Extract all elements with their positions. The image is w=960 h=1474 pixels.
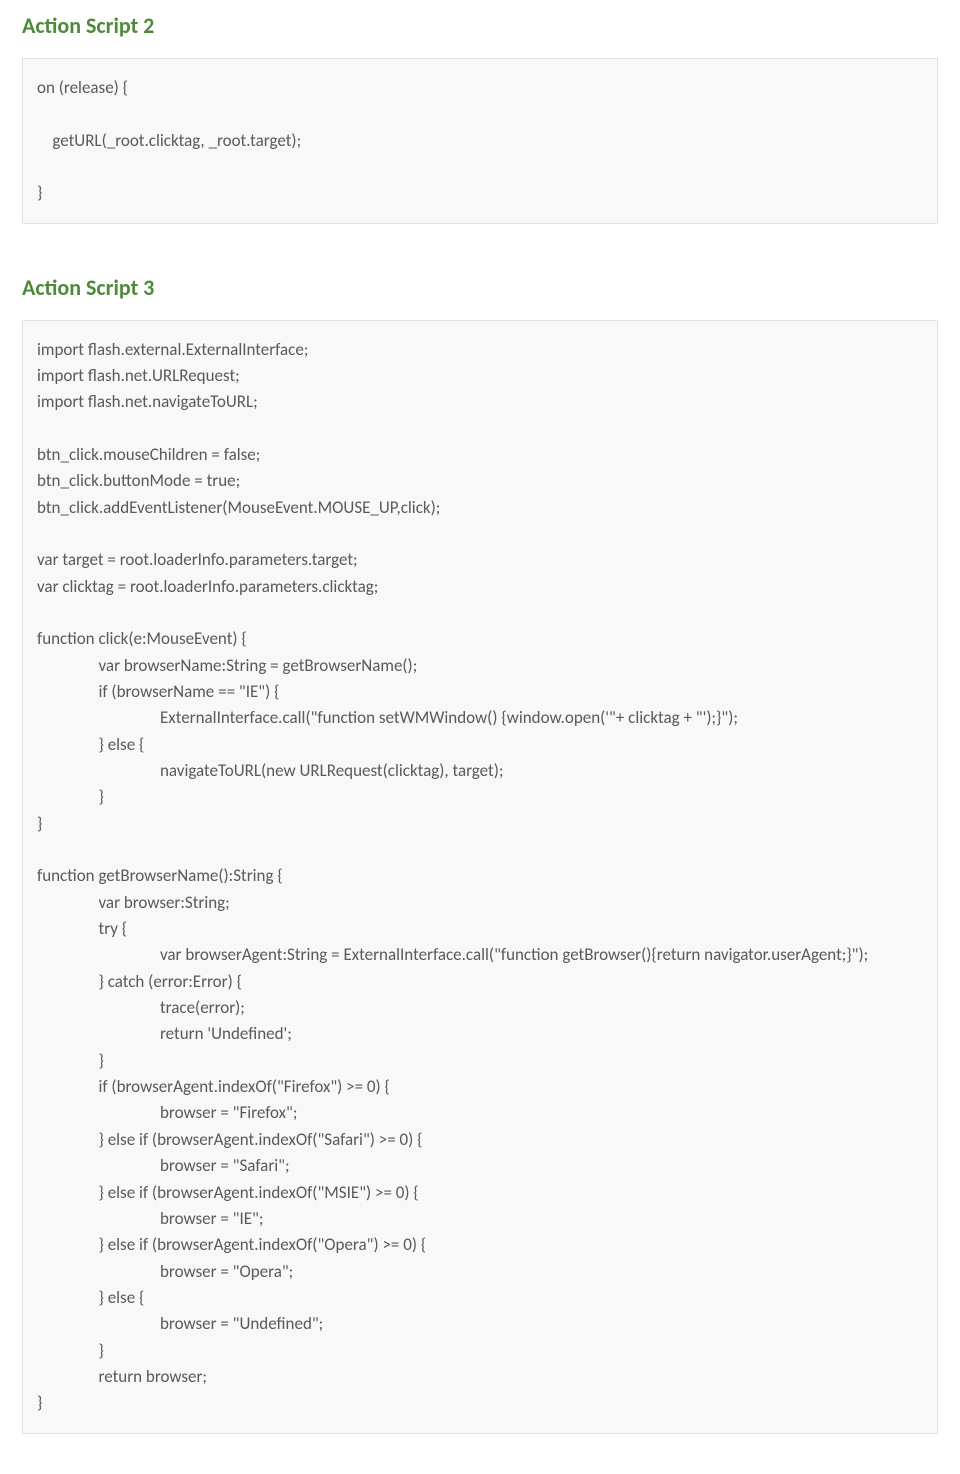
page: Action Script 2 on (release) { getURL(_r… <box>0 0 960 1474</box>
code-block-actionscript3: import flash.external.ExternalInterface;… <box>22 320 938 1434</box>
code-block-actionscript2: on (release) { getURL(_root.clicktag, _r… <box>22 58 938 224</box>
heading-actionscript3: Action Script 3 <box>22 272 938 304</box>
heading-actionscript2: Action Script 2 <box>22 10 938 42</box>
